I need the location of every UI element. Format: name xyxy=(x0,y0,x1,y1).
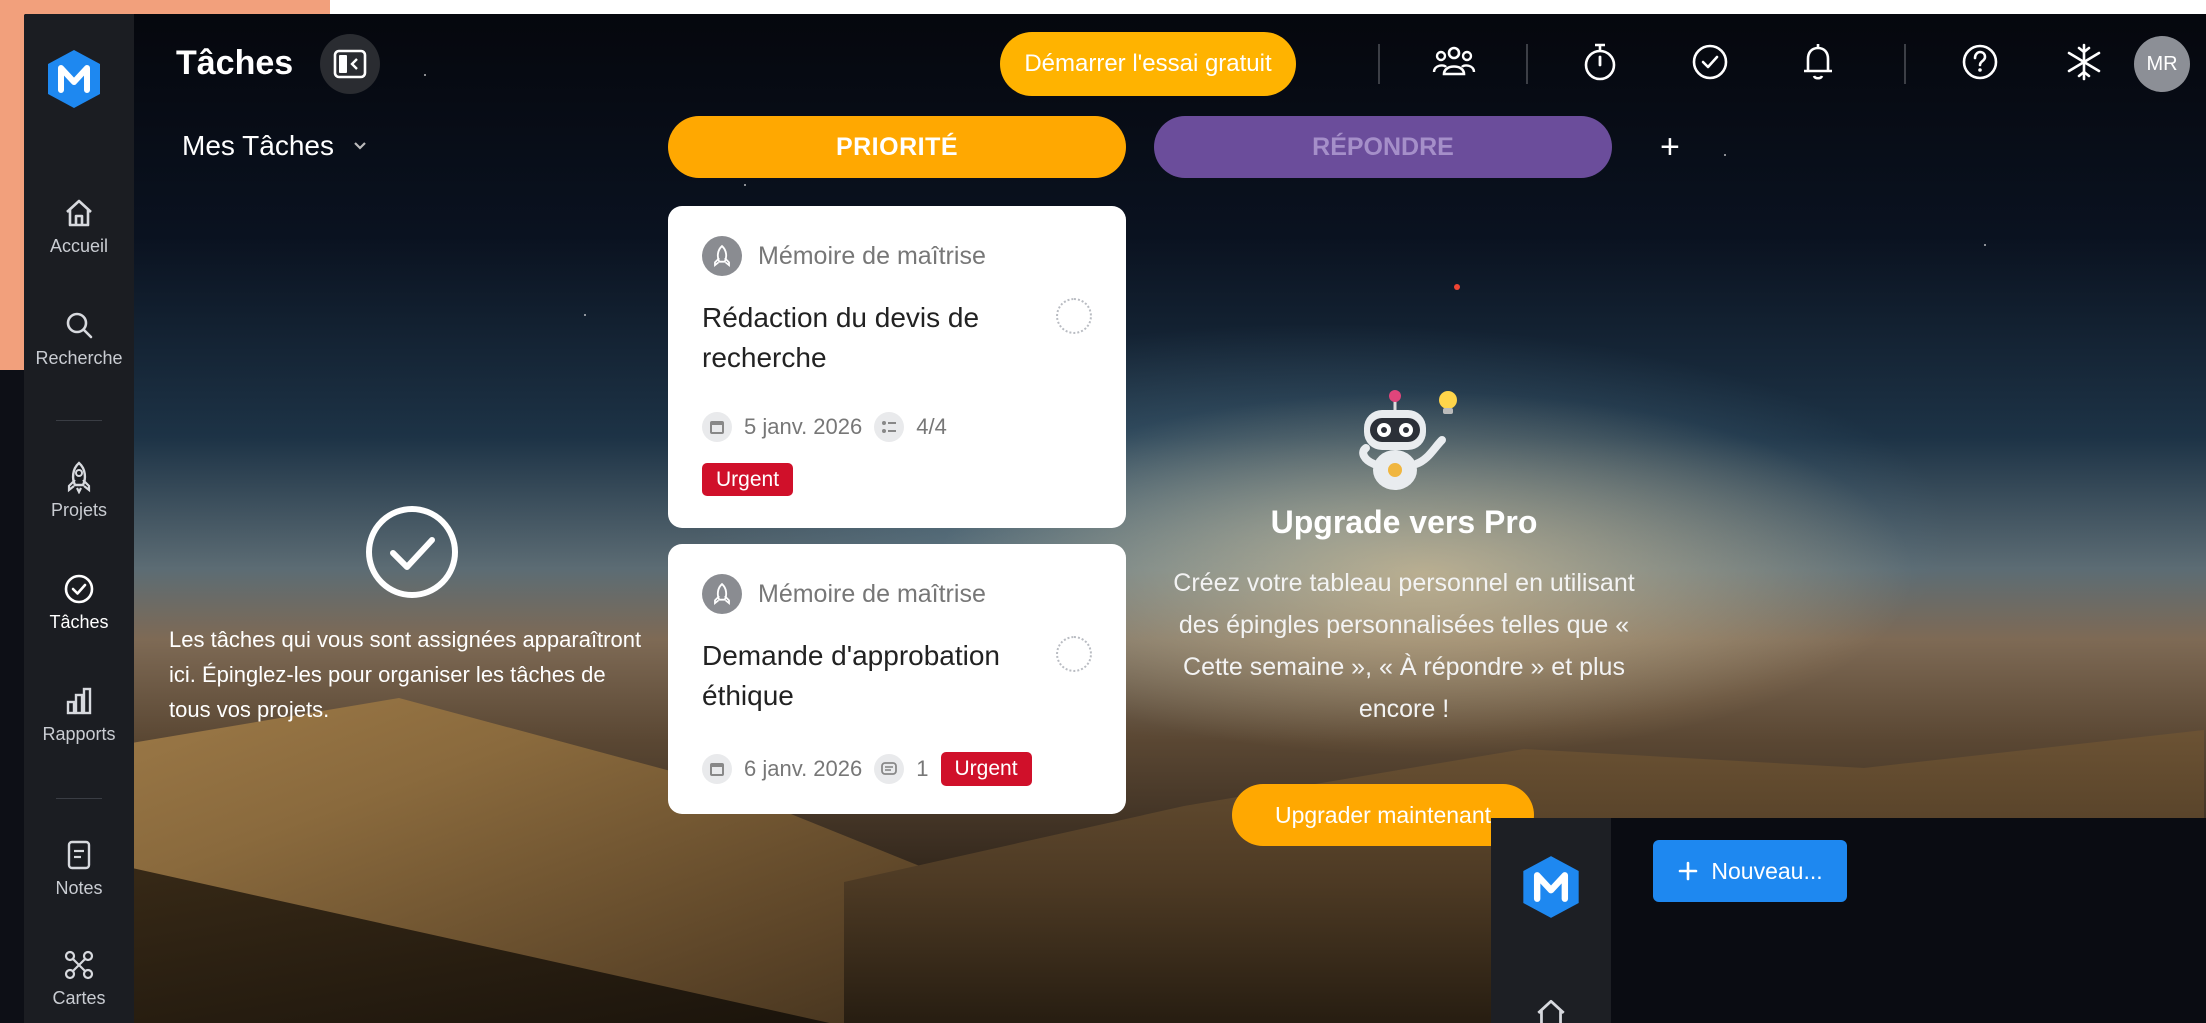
plus-icon xyxy=(1679,861,1698,881)
stopwatch-icon xyxy=(1584,43,1616,81)
task-badges: Urgent xyxy=(702,463,794,496)
sidebar-item-label: Rapports xyxy=(42,724,116,744)
background-star xyxy=(1984,244,1986,246)
project-name: Mémoire de maîtrise xyxy=(758,579,986,608)
new-item-label: Nouveau... xyxy=(1711,857,1823,884)
chevron-down-icon xyxy=(354,142,366,150)
sidebar-item-label: Tâches xyxy=(49,612,109,632)
sidebar-item-projets[interactable]: Projets xyxy=(24,460,134,521)
mindmap-icon xyxy=(64,950,94,980)
sidebar-item-recherche[interactable]: Recherche xyxy=(24,308,134,369)
decorative-white-strip xyxy=(330,0,2206,14)
secondary-sidebar xyxy=(1491,818,1611,1023)
rocket-icon xyxy=(702,574,742,614)
background-star xyxy=(744,184,746,186)
note-icon xyxy=(67,840,91,870)
collapse-panel-button[interactable] xyxy=(320,34,380,94)
urgent-badge: Urgent xyxy=(940,752,1032,786)
add-column-button[interactable]: + xyxy=(1660,128,1680,167)
sidebar-item-notes[interactable]: Notes xyxy=(24,838,134,899)
sidebar-item-label: Notes xyxy=(55,878,103,898)
task-subtasks-count: 4/4 xyxy=(916,414,947,439)
empty-state-text: Les tâches qui vous sont assignées appar… xyxy=(169,627,642,722)
sidebar-item-accueil[interactable]: Accueil xyxy=(24,196,134,257)
sidebar-item-taches[interactable]: Tâches xyxy=(24,572,134,633)
sidebar: Accueil Recherche Projets Tâches Rapport… xyxy=(24,14,134,1023)
background-star xyxy=(584,314,586,316)
task-name: Rédaction du devis de recherche xyxy=(702,302,980,373)
column-tab-priorite[interactable]: PRIORITÉ xyxy=(668,116,1126,178)
team-icon xyxy=(1432,46,1476,76)
subtasks-icon xyxy=(874,412,905,442)
sidebar-divider xyxy=(56,420,102,421)
sidebar-item-label: Recherche xyxy=(35,348,123,368)
task-comments-count: 1 xyxy=(916,756,929,781)
sidebar-item-label: Cartes xyxy=(52,988,106,1008)
task-due-date: 5 janv. 2026 xyxy=(744,414,863,439)
help-icon xyxy=(1962,44,1998,80)
app-logo-icon[interactable] xyxy=(1521,854,1581,920)
bell-icon xyxy=(1804,44,1832,80)
background-star xyxy=(424,74,426,76)
snowflake-button[interactable] xyxy=(2060,38,2108,86)
sidebar-divider xyxy=(56,798,102,799)
promo-text: Créez votre tableau personnel en utilisa… xyxy=(1173,569,1635,723)
task-meta: 5 janv. 2026 4/4 xyxy=(702,412,947,442)
home-icon[interactable] xyxy=(1533,996,1569,1023)
promo-title: Upgrade vers Pro xyxy=(1270,504,1538,540)
calendar-icon xyxy=(702,754,732,784)
background-star xyxy=(1724,154,1726,156)
sidebar-item-label: Accueil xyxy=(49,236,109,256)
view-selector[interactable]: Mes Tâches xyxy=(182,130,368,162)
column-tab-repondre[interactable]: RÉPONDRE xyxy=(1154,116,1612,178)
timer-button[interactable] xyxy=(1576,38,1624,86)
background-dot xyxy=(1454,284,1460,290)
sidebar-item-cartes[interactable]: Cartes xyxy=(24,948,134,1009)
search-icon xyxy=(66,312,93,339)
urgent-badge: Urgent xyxy=(702,463,794,496)
task-project: Mémoire de maîtrise xyxy=(702,574,986,614)
secondary-window-preview: Nouveau... xyxy=(1491,818,2206,1023)
topbar-divider xyxy=(1904,44,1906,84)
assign-user-icon[interactable] xyxy=(1056,298,1092,334)
panel-toggle-icon xyxy=(333,49,367,79)
notifications-button[interactable] xyxy=(1794,38,1842,86)
robot-illustration-icon xyxy=(1359,390,1457,490)
assign-user-icon[interactable] xyxy=(1056,636,1092,672)
home-icon xyxy=(66,199,92,227)
task-project: Mémoire de maîtrise xyxy=(702,236,986,276)
topbar-divider xyxy=(1378,44,1380,84)
task-card[interactable]: Mémoire de maîtrise Demande d'approbatio… xyxy=(668,544,1126,814)
user-avatar[interactable]: MR xyxy=(2134,36,2190,92)
topbar-divider xyxy=(1526,44,1528,84)
comment-icon xyxy=(874,754,905,784)
check-circle-icon xyxy=(366,506,458,598)
new-item-button[interactable]: Nouveau... xyxy=(1653,840,1847,902)
page-title: Tâches xyxy=(176,44,294,82)
task-meta: 6 janv. 2026 1 Urgent xyxy=(702,752,1032,786)
task-card[interactable]: Mémoire de maîtrise Rédaction du devis d… xyxy=(668,206,1126,528)
app-window: Accueil Recherche Projets Tâches Rapport… xyxy=(24,14,2206,1023)
rocket-icon xyxy=(702,236,742,276)
team-button[interactable] xyxy=(1430,38,1478,86)
upgrade-now-button[interactable]: Upgrader maintenant xyxy=(1232,784,1534,846)
my-tasks-button[interactable] xyxy=(1686,38,1734,86)
snowflake-icon xyxy=(2067,43,2101,81)
check-circle-icon xyxy=(64,574,94,604)
start-free-trial-button[interactable]: Démarrer l'essai gratuit xyxy=(1000,32,1296,96)
help-button[interactable] xyxy=(1956,38,2004,86)
app-logo-icon[interactable] xyxy=(46,48,102,110)
project-name: Mémoire de maîtrise xyxy=(758,241,986,270)
view-selector-label: Mes Tâches xyxy=(182,130,334,161)
sidebar-item-label: Projets xyxy=(50,500,108,520)
rocket-icon xyxy=(67,461,91,494)
check-circle-icon xyxy=(1692,44,1728,80)
calendar-icon xyxy=(702,412,732,442)
sidebar-item-rapports[interactable]: Rapports xyxy=(24,684,134,745)
task-due-date: 6 janv. 2026 xyxy=(744,756,863,781)
bar-chart-icon xyxy=(66,687,92,715)
task-name: Demande d'approbation éthique xyxy=(702,640,1001,711)
